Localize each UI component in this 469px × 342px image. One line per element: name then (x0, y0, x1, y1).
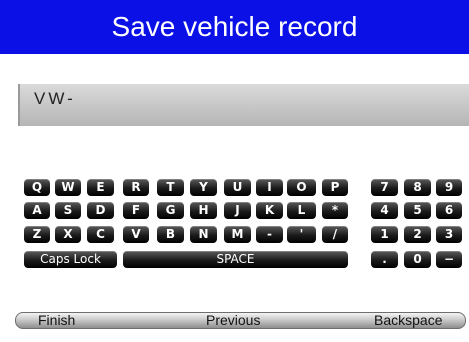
key-p[interactable]: P (322, 179, 348, 196)
key-y[interactable]: Y (190, 179, 217, 196)
key-u[interactable]: U (224, 179, 251, 196)
key-g[interactable]: G (157, 202, 184, 219)
key-h[interactable]: H (190, 202, 217, 219)
key-a[interactable]: A (24, 202, 50, 219)
key-j[interactable]: J (224, 202, 251, 219)
key-w[interactable]: W (55, 179, 81, 196)
key-3[interactable]: 3 (436, 226, 462, 243)
bottom-button-bar: Finish Previous Backspace (15, 312, 466, 329)
key-2[interactable]: 2 (404, 226, 431, 243)
key-minus[interactable]: − (436, 251, 462, 268)
key-0[interactable]: 0 (404, 251, 431, 268)
key-asterisk[interactable]: * (322, 202, 348, 219)
key-v[interactable]: V (123, 226, 149, 243)
key-r[interactable]: R (123, 179, 149, 196)
text-input-field[interactable]: VW- (18, 84, 469, 126)
finish-button[interactable]: Finish (38, 313, 75, 328)
key-x[interactable]: X (55, 226, 81, 243)
key-k[interactable]: K (256, 202, 283, 219)
key-slash[interactable]: / (322, 226, 348, 243)
key-o[interactable]: O (287, 179, 316, 196)
key-1[interactable]: 1 (371, 226, 398, 243)
key-hyphen[interactable]: - (256, 226, 283, 243)
key-b[interactable]: B (157, 226, 184, 243)
key-q[interactable]: Q (24, 179, 50, 196)
key-9[interactable]: 9 (436, 179, 462, 196)
space-key[interactable]: SPACE (123, 251, 348, 268)
key-c[interactable]: C (87, 226, 114, 243)
key-m[interactable]: M (224, 226, 251, 243)
key-i[interactable]: I (256, 179, 283, 196)
key-dot[interactable]: . (371, 251, 398, 268)
key-7[interactable]: 7 (371, 179, 398, 196)
key-t[interactable]: T (157, 179, 184, 196)
key-s[interactable]: S (55, 202, 81, 219)
key-n[interactable]: N (190, 226, 217, 243)
key-5[interactable]: 5 (404, 202, 431, 219)
key-apostrophe[interactable]: ' (287, 226, 316, 243)
key-z[interactable]: Z (24, 226, 50, 243)
key-4[interactable]: 4 (371, 202, 398, 219)
caps-lock-key[interactable]: Caps Lock (24, 251, 117, 268)
key-8[interactable]: 8 (404, 179, 431, 196)
backspace-button[interactable]: Backspace (374, 313, 442, 328)
key-l[interactable]: L (287, 202, 316, 219)
key-e[interactable]: E (87, 179, 114, 196)
title-bar: Save vehicle record (0, 0, 469, 54)
input-value: VW- (34, 89, 76, 108)
key-f[interactable]: F (123, 202, 149, 219)
key-6[interactable]: 6 (436, 202, 462, 219)
page-title: Save vehicle record (111, 11, 358, 42)
previous-button[interactable]: Previous (206, 313, 260, 328)
key-d[interactable]: D (87, 202, 114, 219)
